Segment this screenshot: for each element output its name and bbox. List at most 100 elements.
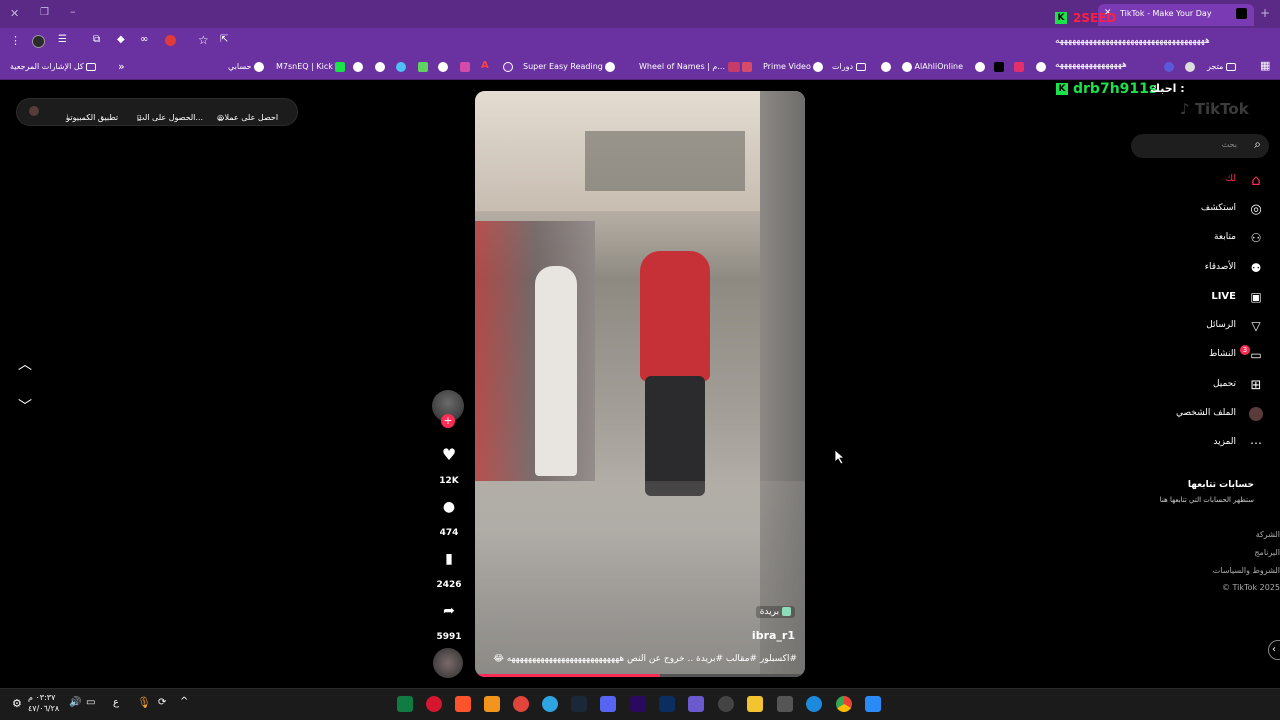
excel-icon[interactable] [397, 696, 413, 712]
tiktok-logo[interactable]: ♪ TikTok [1180, 100, 1249, 118]
bookmarks-overflow-icon[interactable]: » [118, 60, 125, 74]
file-explorer-icon[interactable] [747, 696, 763, 712]
previous-video-button[interactable]: ︿ [18, 354, 32, 374]
bookmark-globe-icon[interactable] [975, 62, 985, 72]
bookmark-globe-icon[interactable] [438, 62, 448, 72]
bookmark-wheel[interactable]: Wheel of Names | م... [639, 60, 740, 74]
bookmark-globe-icon[interactable] [353, 62, 363, 72]
show-hidden-icons[interactable]: ^ [180, 696, 188, 707]
sidebar-item-activity[interactable]: النشاط ▭ 3 [1180, 345, 1266, 365]
new-tab-icon[interactable]: + [1260, 6, 1270, 20]
bookmark-star-icon[interactable]: ☆ [198, 33, 209, 47]
photoshop-icon[interactable] [659, 696, 675, 712]
music-disc-icon[interactable] [433, 648, 463, 678]
globe-icon [605, 61, 616, 72]
footer-link[interactable]: الشروط والسياسات [1213, 566, 1280, 575]
sidebar-item-following[interactable]: متابعة ⚇ [1180, 228, 1266, 248]
settings-gear-icon[interactable]: ⚙ [12, 697, 22, 710]
bookmark-super-easy[interactable]: Super Easy Reading [523, 60, 616, 74]
telegram-icon[interactable] [542, 696, 558, 712]
bookmark-photo-icon[interactable] [460, 62, 470, 72]
bookmark-account[interactable]: حسابي [228, 60, 264, 74]
extensions-icon[interactable]: ⧉ [93, 34, 100, 45]
sidebar-item-friends[interactable]: الأصدقاء ⚉ [1180, 258, 1266, 278]
mouse-cursor-icon [835, 450, 845, 464]
comment-button[interactable]: ● [432, 499, 466, 515]
discord-icon[interactable] [600, 696, 616, 712]
sidebar-toggle-icon[interactable]: ▦ [1260, 59, 1270, 72]
bookmark-prime[interactable]: Prime Video [763, 60, 824, 74]
app-icon[interactable] [513, 696, 529, 712]
opera-icon[interactable] [426, 696, 442, 712]
bookmark-upload-icon[interactable] [1164, 62, 1174, 72]
sidebar-item-explore[interactable]: استكشف ◎ [1180, 199, 1266, 219]
minimize-window-icon[interactable]: – [70, 5, 76, 18]
store-icon[interactable] [777, 696, 793, 712]
volume-icon[interactable]: 🔊 [69, 697, 81, 708]
clock-app-icon[interactable] [718, 696, 734, 712]
search-icon[interactable]: ⌕ [1254, 137, 1261, 152]
like-button[interactable]: ♥ [432, 445, 466, 464]
sidebar-item-more[interactable]: المزيد ⋯ [1180, 433, 1266, 453]
follow-plus-icon[interactable]: + [441, 414, 455, 428]
bookmark-alahli[interactable]: AlAhliOnline [902, 60, 963, 74]
language-indicator[interactable]: ع [113, 697, 119, 708]
chrome-icon[interactable] [836, 696, 852, 712]
sync-icon[interactable]: ⟳ [158, 697, 166, 708]
app-diamond-icon[interactable] [688, 696, 704, 712]
next-video-button[interactable]: ﹀ [18, 396, 32, 416]
sidebar-item-label: استكشف [1200, 203, 1236, 213]
sidebar-item-upload[interactable]: تحميل ⊞ [1180, 375, 1266, 395]
location-tag[interactable]: بريدة [755, 606, 795, 618]
sidebar-item-profile[interactable]: الملف الشخصي [1176, 404, 1266, 424]
video-player[interactable]: بريدة ibra_r1 #اكسبلور #مقالب #بريدة .. … [475, 91, 805, 677]
steam-icon[interactable] [571, 696, 587, 712]
windows-start-icon[interactable] [865, 696, 881, 712]
playlist-icon[interactable]: ☰ [58, 34, 67, 45]
taskbar-date[interactable]: ٤٧/٠٦/٢٨ [28, 704, 59, 713]
bookmark-courses[interactable]: دورات [832, 60, 866, 74]
bookmark-globe-icon[interactable] [375, 62, 385, 72]
edge-icon[interactable] [806, 696, 822, 712]
bookmark-all[interactable]: كل الإشارات المرجعية [10, 60, 97, 74]
sidebar-item-messages[interactable]: الرسائل ▽ [1180, 316, 1266, 336]
following-accounts-hint: ستظهر الحسابات التي تتابعها هنا [1159, 496, 1254, 504]
profile-icon[interactable] [32, 35, 45, 48]
close-window-icon[interactable]: ✕ [10, 7, 19, 20]
bookmark-globe-icon[interactable] [1036, 62, 1046, 72]
share-button[interactable]: ➦ [432, 603, 466, 619]
bookmark-circle-icon[interactable] [503, 62, 513, 72]
brave-icon[interactable] [455, 696, 471, 712]
vlc-icon[interactable] [484, 696, 500, 712]
search-input[interactable]: بحث ⌕ [1131, 134, 1269, 158]
comment-icon: ● [442, 499, 456, 515]
wallet-icon[interactable]: ◆ [117, 34, 125, 45]
sidebar-item-foryou[interactable]: لك ⌂ [1180, 170, 1266, 190]
bookmark-download-icon[interactable] [418, 62, 428, 72]
menu-icon[interactable]: ⋮ [10, 34, 21, 47]
bookmark-discord-icon[interactable] [1185, 62, 1195, 72]
avatar[interactable] [29, 106, 39, 116]
bookmark-video-icon[interactable] [742, 62, 752, 72]
share-icon[interactable]: ⇱ [220, 34, 228, 45]
footer-link[interactable]: الشركة [1256, 530, 1280, 539]
mask-icon[interactable]: ∞ [140, 34, 148, 45]
premiere-icon[interactable] [630, 696, 646, 712]
bookmark-a-icon[interactable]: A [481, 60, 489, 71]
taskbar-time[interactable]: ٠٣:٣٧ م [28, 693, 55, 702]
bookmark-tiktok-icon[interactable] [994, 62, 1004, 72]
record-extension-icon[interactable] [165, 35, 176, 46]
tab-tiktok[interactable]: ✕ TikTok - Make Your Day [1098, 4, 1254, 26]
bookmark-store[interactable]: متجر [1207, 60, 1236, 74]
bookmark-globe-icon[interactable] [881, 62, 891, 72]
network-icon[interactable]: ▭ [86, 697, 95, 708]
microphone-icon[interactable]: 🎙 [137, 696, 151, 709]
sidebar-item-live[interactable]: LIVE ▣ [1180, 287, 1266, 307]
restore-window-icon[interactable]: ❐ [40, 7, 49, 18]
save-button[interactable]: ▮ [432, 551, 466, 567]
bookmark-kick[interactable]: M7snEQ | Kick [276, 60, 346, 74]
bookmark-instagram-icon[interactable] [1014, 62, 1024, 72]
video-username[interactable]: ibra_r1 [752, 629, 795, 642]
footer-link[interactable]: البرنامج [1254, 548, 1280, 557]
bookmark-edge-icon[interactable] [396, 62, 406, 72]
